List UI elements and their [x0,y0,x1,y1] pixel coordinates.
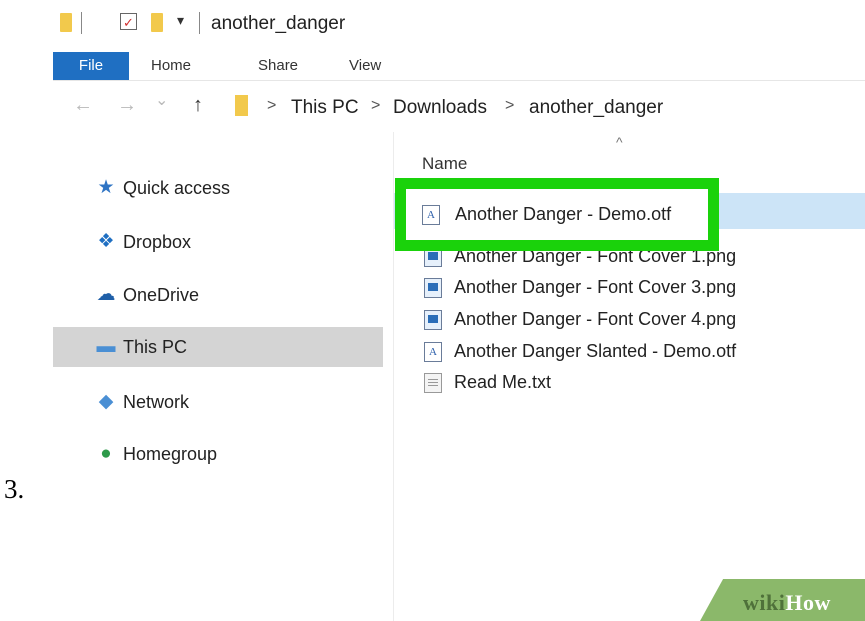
watermark-prefix: wiki [743,590,786,615]
title-bar: ✓ ▾ another_danger [53,0,865,52]
file-name: Another Danger - Font Cover 4.png [454,309,737,329]
up-arrow-icon[interactable]: ↑ [193,94,203,117]
sidebar-item-onedrive[interactable]: ☁ OneDrive [53,275,383,315]
highlight-box: A Another Danger - Demo.otf [395,178,719,251]
image-file-icon [424,310,442,330]
tab-home[interactable]: Home [151,52,191,80]
toolbar-separator [199,12,200,34]
sort-ascending-icon[interactable]: ^ [616,134,623,150]
file-row[interactable]: Another Danger - Font Cover 3.png [394,270,865,306]
customize-toolbar-dropdown-icon[interactable]: ▾ [177,12,184,29]
file-name: Another Danger Slanted - Demo.otf [454,341,737,361]
highlighted-file-name[interactable]: Another Danger - Demo.otf [455,204,671,225]
window-title: another_danger [211,13,346,34]
new-folder-icon[interactable] [151,13,163,32]
star-icon: ★ [97,177,115,198]
tab-file[interactable]: File [53,52,129,80]
step-number: 3. [4,474,25,504]
navigation-pane: ★ Quick access ❖ Dropbox ☁ OneDrive ▬ Th… [53,132,394,621]
breadcrumb-separator-icon[interactable]: > [505,97,514,115]
file-explorer-window: ✓ ▾ another_danger File Home Share View … [53,0,865,621]
image-file-icon [424,278,442,298]
homegroup-icon: ● [100,443,112,464]
file-name: Another Danger - Font Cover 3.png [454,277,737,297]
cloud-icon: ☁ [96,284,116,305]
wikihow-watermark-text: wikiHow [743,590,831,616]
sidebar-item-label: Homegroup [123,444,218,464]
tab-view[interactable]: View [349,52,381,80]
ribbon-tabs: File Home Share View [53,52,865,81]
column-header-name[interactable]: Name [422,154,467,174]
sidebar-item-homegroup[interactable]: ● Homegroup [53,434,383,474]
breadcrumb-downloads[interactable]: Downloads [393,97,487,119]
folder-icon [235,95,248,116]
text-file-icon [424,373,442,393]
forward-arrow-icon[interactable]: → [117,94,137,117]
font-file-icon: A [424,342,442,362]
tab-share[interactable]: Share [258,52,298,80]
back-arrow-icon[interactable]: ← [73,94,93,117]
recent-locations-icon[interactable]: ⌄ [155,90,168,110]
sidebar-item-label: Quick access [123,178,231,198]
dropbox-icon: ❖ [97,231,115,252]
file-row[interactable]: Another Danger - Font Cover 4.png [394,302,865,338]
address-bar: ← → ⌄ ↑ > This PC > Downloads > another_… [53,82,865,132]
breadcrumb-this-pc[interactable]: This PC [291,97,359,119]
sidebar-item-label: Dropbox [123,232,192,252]
sidebar-item-network[interactable]: ◆ Network [53,382,383,422]
sidebar-item-label: Network [123,392,190,412]
breadcrumb-separator-icon[interactable]: > [371,97,380,115]
toolbar-separator [81,12,82,34]
network-icon: ◆ [98,391,114,412]
sidebar-item-label: OneDrive [123,285,200,305]
properties-check-icon[interactable]: ✓ [120,13,137,30]
file-row[interactable]: Read Me.txt [394,365,865,401]
breadcrumb-another-danger[interactable]: another_danger [529,97,663,119]
folder-icon [60,13,72,32]
breadcrumb-separator-icon[interactable]: > [267,97,276,115]
computer-icon: ▬ [96,336,116,357]
sidebar-item-quick-access[interactable]: ★ Quick access [53,168,383,208]
sidebar-item-label: This PC [123,337,188,357]
sidebar-item-dropbox[interactable]: ❖ Dropbox [53,222,383,262]
file-name: Read Me.txt [454,372,552,392]
sidebar-item-this-pc[interactable]: ▬ This PC [53,327,383,367]
font-file-icon: A [422,205,440,225]
watermark-suffix: How [785,590,831,615]
